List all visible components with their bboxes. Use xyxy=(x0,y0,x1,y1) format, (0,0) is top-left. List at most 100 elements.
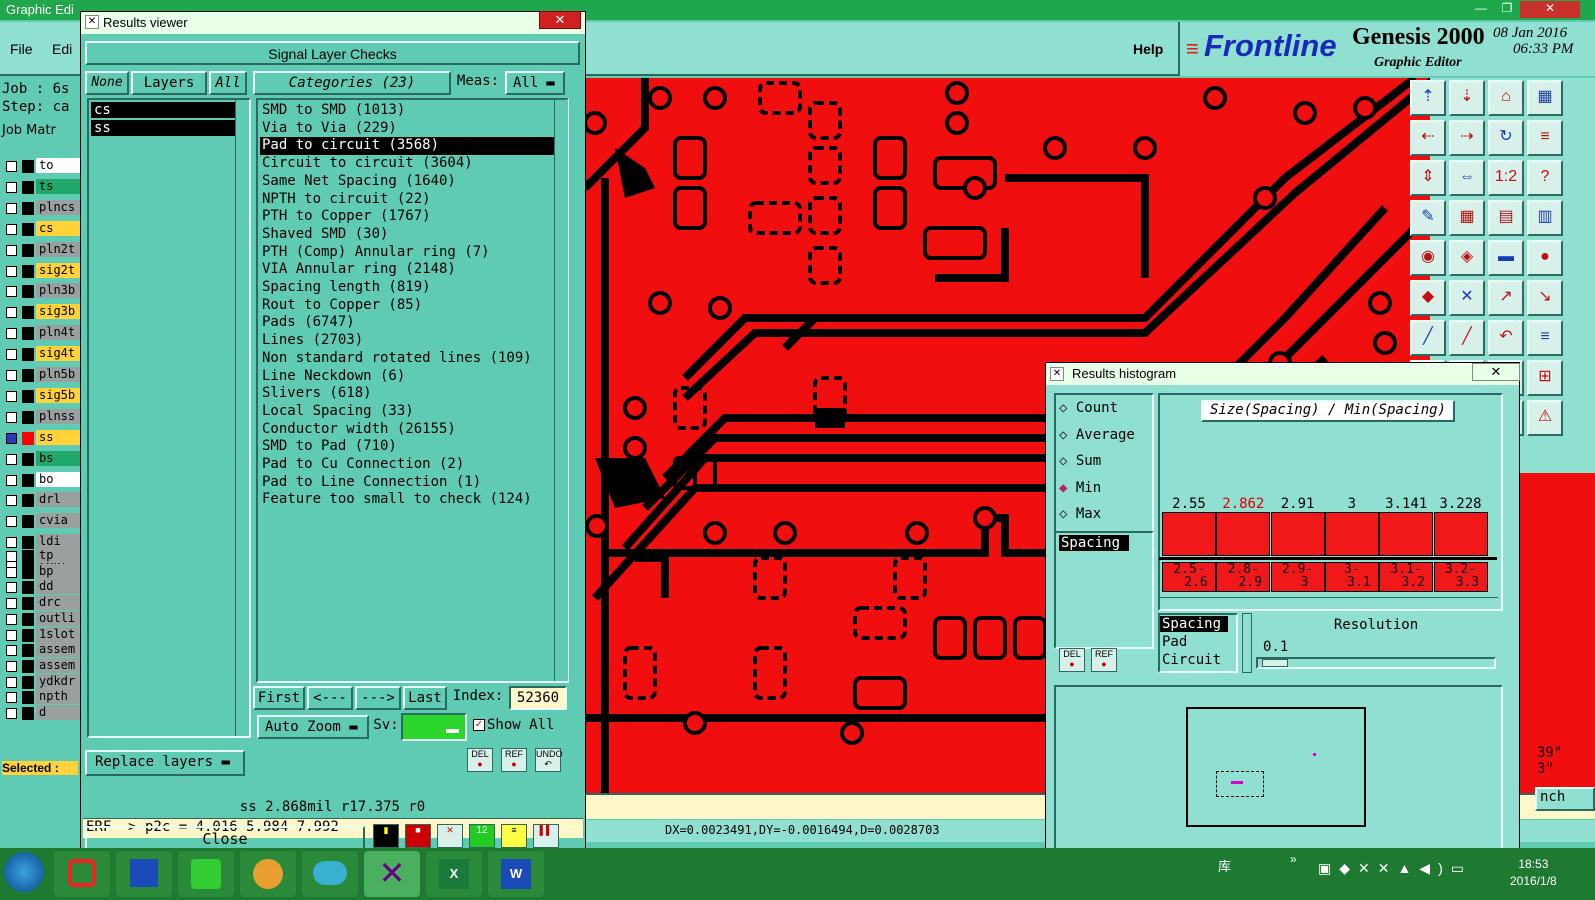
next-button[interactable]: ---> xyxy=(355,686,401,710)
preview-zoom-box[interactable] xyxy=(1216,771,1264,797)
close-button[interactable]: Close xyxy=(85,826,365,850)
layer-name[interactable]: sig5b xyxy=(36,387,80,403)
histogram-bar[interactable] xyxy=(1433,512,1488,556)
layer-name[interactable]: sig3b xyxy=(36,304,80,320)
undo-icon[interactable]: ↶ xyxy=(1488,320,1524,356)
layer-row[interactable]: plncs xyxy=(2,199,80,217)
layer-checkbox[interactable] xyxy=(6,328,17,340)
layer-list-item[interactable]: cs xyxy=(91,102,235,118)
layer-checkbox[interactable] xyxy=(6,708,17,719)
hist-del-button[interactable]: DEL ● xyxy=(1059,648,1085,672)
layer-name[interactable]: cvia xyxy=(36,513,80,529)
layer-row[interactable]: sig5b xyxy=(2,387,80,405)
layer-checkbox[interactable] xyxy=(6,537,17,549)
layer-name[interactable]: sig4t xyxy=(36,346,80,362)
zoom-up-icon[interactable]: ⇡ xyxy=(1410,80,1446,116)
layer-row[interactable]: tp xyxy=(2,548,80,565)
category-item[interactable]: Circuit to circuit (3604) xyxy=(260,155,473,173)
histogram-bar[interactable] xyxy=(1270,512,1325,556)
taskbar-app-genesis[interactable]: ✕ xyxy=(364,851,420,897)
category-item[interactable]: Local Spacing (33) xyxy=(260,403,414,421)
category-item[interactable]: NPTH to circuit (22) xyxy=(260,191,431,209)
layer-name[interactable]: ydkdr xyxy=(36,673,80,689)
layer-row[interactable]: drl xyxy=(2,492,80,509)
layer-row[interactable]: plnss xyxy=(2,408,80,426)
layer-row[interactable]: cs xyxy=(2,220,80,238)
start-button[interactable] xyxy=(4,852,44,892)
pan-left-icon[interactable]: ⇠ xyxy=(1410,120,1446,156)
save-icon[interactable] xyxy=(116,851,172,897)
category-item[interactable]: PTH to Copper (1767) xyxy=(260,208,431,226)
layer-checkbox[interactable] xyxy=(6,566,17,578)
layer-row[interactable]: ss xyxy=(2,429,80,447)
help-menu[interactable]: Help xyxy=(1133,41,1163,57)
layer-row[interactable]: pln5b xyxy=(2,367,80,384)
layers-alt-icon[interactable]: ▥ xyxy=(1527,200,1563,236)
category-item[interactable]: Spacing length (819) xyxy=(260,279,431,297)
taskbar-app-red[interactable] xyxy=(54,851,110,897)
category-item[interactable]: Pad to Line Connection (1) xyxy=(260,474,481,492)
taskbar-clock[interactable]: 18:53 2016/1/8 xyxy=(1510,856,1557,890)
ref-button[interactable]: REF ● xyxy=(501,748,527,772)
record-icon[interactable]: ■ xyxy=(405,824,431,848)
layer-name[interactable]: tp xyxy=(36,548,80,563)
layer-name[interactable]: to xyxy=(36,158,80,173)
warning-icon[interactable]: ⚠ xyxy=(1527,400,1563,436)
layer-name[interactable]: 1slot xyxy=(36,626,80,642)
job-matrix-label[interactable]: Job Matr xyxy=(2,123,56,138)
edit-icon[interactable]: ✎ xyxy=(1410,200,1446,236)
layer-row[interactable]: bs xyxy=(2,450,80,468)
move-icon[interactable]: ↗ xyxy=(1488,280,1524,316)
all-button[interactable]: All xyxy=(209,71,247,95)
clear-icon[interactable]: ✕ xyxy=(437,824,463,848)
category-item[interactable]: Conductor width (26155) xyxy=(260,421,456,439)
meas-select[interactable]: All ▬ xyxy=(505,71,565,95)
vertex-icon[interactable]: ◆ xyxy=(1410,280,1446,316)
layer-name[interactable]: sig2t xyxy=(36,262,80,278)
layer-checkbox[interactable] xyxy=(6,453,17,465)
histogram-bar[interactable] xyxy=(1216,512,1271,556)
aggregate-option[interactable]: ◇ Average xyxy=(1059,427,1135,443)
point-icon[interactable]: ● xyxy=(1527,240,1563,276)
category-item[interactable]: Lines (2703) xyxy=(260,332,363,350)
layer-row[interactable]: sig3b xyxy=(2,304,80,321)
layer-checkbox[interactable] xyxy=(6,370,17,381)
fit-vertical-icon[interactable]: ⇕ xyxy=(1410,160,1446,196)
taskbar-app-shell[interactable] xyxy=(240,851,296,897)
word-icon[interactable]: W xyxy=(488,851,544,897)
layer-name[interactable]: assem xyxy=(36,657,80,673)
chart-hscrollbar[interactable] xyxy=(1160,597,1498,609)
category-item[interactable]: Via to Via (229) xyxy=(260,120,397,138)
by-list-scrollbar[interactable] xyxy=(1242,613,1252,673)
layer-row[interactable]: drc xyxy=(2,595,80,612)
layer-checkbox[interactable] xyxy=(6,286,17,298)
report-icon[interactable]: ≡ xyxy=(501,824,527,848)
layer-checkbox[interactable] xyxy=(6,432,17,444)
layer-checkbox[interactable] xyxy=(6,181,17,193)
layer-row[interactable]: pln2t xyxy=(2,241,80,259)
category-item[interactable]: SMD to Pad (710) xyxy=(260,438,397,456)
layer-checkbox[interactable] xyxy=(6,495,17,507)
index-field[interactable]: 52360 xyxy=(509,686,567,710)
layer-row[interactable]: npth xyxy=(2,689,80,706)
aggregate-option[interactable]: ◆ Min xyxy=(1059,480,1101,496)
layer-checkbox[interactable] xyxy=(6,244,17,256)
category-item[interactable]: Shaved SMD (30) xyxy=(260,226,388,244)
layer-checkbox[interactable] xyxy=(6,660,17,672)
layer-checkbox[interactable] xyxy=(6,582,17,594)
layer-row[interactable]: sig4t xyxy=(2,346,80,363)
layers-icon[interactable]: ▤ xyxy=(1488,200,1524,236)
category-item[interactable]: Rout to Copper (85) xyxy=(260,297,422,315)
layer-row[interactable]: to xyxy=(2,158,80,175)
layer-name[interactable]: pln5b xyxy=(36,367,80,382)
category-item[interactable]: Pad to Cu Connection (2) xyxy=(260,456,464,474)
layer-checkbox[interactable] xyxy=(6,390,17,402)
layer-name[interactable]: dd xyxy=(36,579,80,595)
layer-name[interactable]: pln4t xyxy=(36,325,80,341)
last-button[interactable]: Last xyxy=(403,686,447,710)
layer-row[interactable]: outli xyxy=(2,610,80,628)
by-list-item[interactable]: Circuit xyxy=(1160,652,1221,668)
layer-row[interactable]: pln4t xyxy=(2,325,80,342)
categories-header[interactable]: Categories (23) xyxy=(253,71,451,95)
category-item[interactable]: Slivers (618) xyxy=(260,385,372,403)
